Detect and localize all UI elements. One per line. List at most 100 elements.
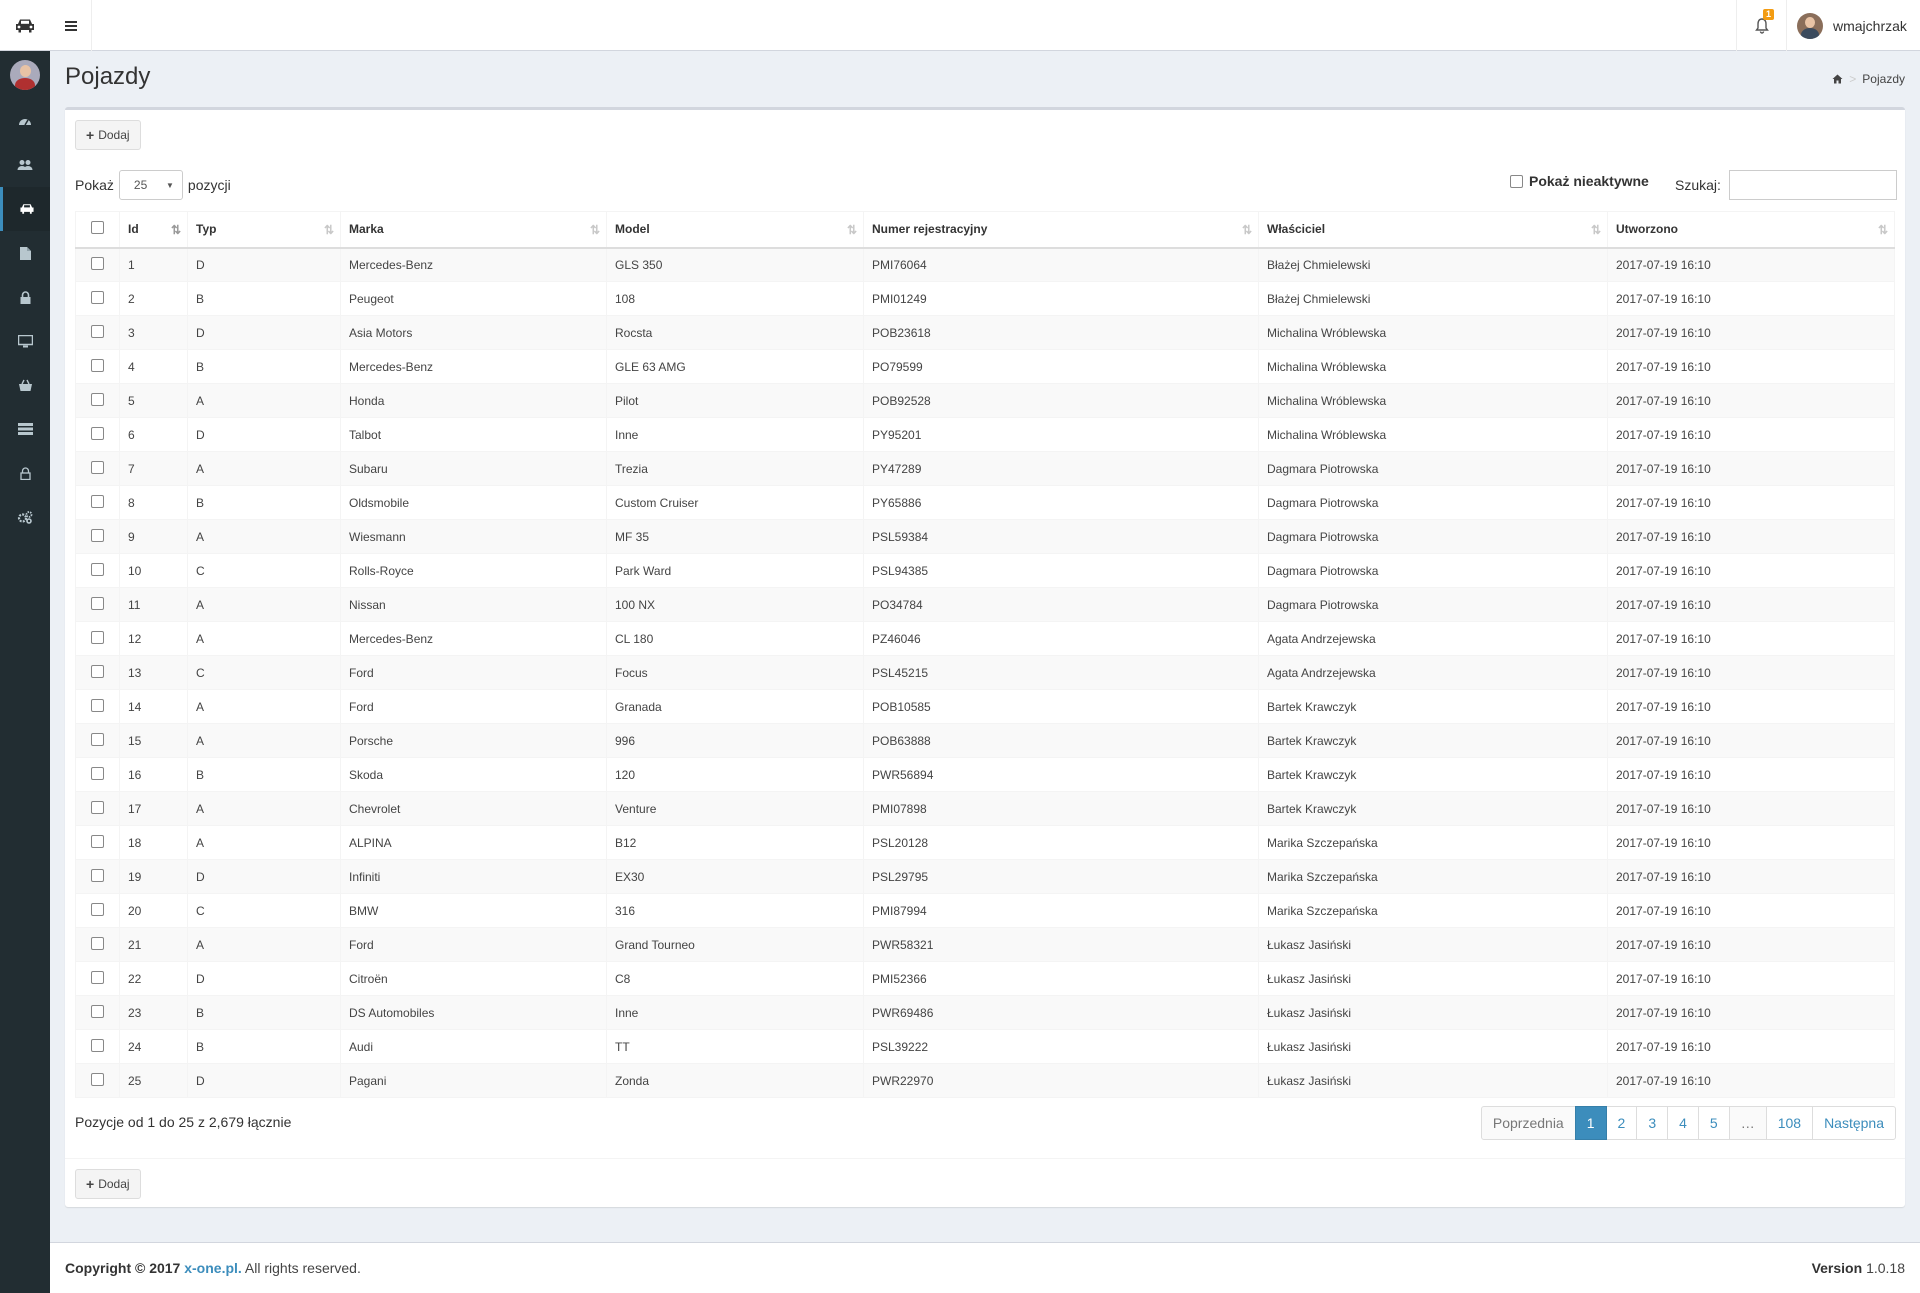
- home-icon[interactable]: [1832, 74, 1843, 84]
- table-row[interactable]: 16 B Skoda 120 PWR56894 Bartek Krawczyk 2017-0…: [75, 757, 1895, 792]
- pagination-page[interactable]: 108: [1765, 1106, 1814, 1140]
- row-select-cell: [75, 961, 120, 996]
- sidebar-item-dashboard[interactable]: [0, 99, 50, 143]
- sidebar-item-documents[interactable]: [0, 231, 50, 275]
- pagination-next[interactable]: Następna: [1812, 1106, 1896, 1140]
- sidebar-item-devices[interactable]: [0, 319, 50, 363]
- sidebar-item-permissions[interactable]: [0, 451, 50, 495]
- row-checkbox[interactable]: [91, 766, 104, 780]
- cell-created: 2017-07-19 16:10: [1607, 417, 1895, 452]
- table-row[interactable]: 1 D Mercedes-Benz GLS 350 PMI76064 Błażej Chm…: [75, 247, 1895, 282]
- row-checkbox[interactable]: [91, 1072, 104, 1086]
- row-checkbox[interactable]: [91, 528, 104, 542]
- logo-car-icon[interactable]: [0, 0, 50, 51]
- table-row[interactable]: 2 B Peugeot 108 PMI01249 Błażej Chmielewski 20…: [75, 281, 1895, 316]
- table-row[interactable]: 23 B DS Automobiles Inne PWR69486 Łukasz Jasi…: [75, 995, 1895, 1030]
- pagination-page[interactable]: 4: [1667, 1106, 1699, 1140]
- column-header-brand[interactable]: Marka ⇅: [340, 211, 607, 249]
- cell-id: 6: [119, 417, 188, 452]
- row-checkbox[interactable]: [91, 460, 104, 474]
- sidebar-item-security[interactable]: [0, 275, 50, 319]
- row-checkbox[interactable]: [91, 664, 104, 678]
- row-checkbox[interactable]: [91, 596, 104, 610]
- table-row[interactable]: 6 D Talbot Inne PY95201 Michalina Wróblewska 2…: [75, 417, 1895, 452]
- table-row[interactable]: 4 B Mercedes-Benz GLE 63 AMG PO79599 Michalin…: [75, 349, 1895, 384]
- row-checkbox[interactable]: [91, 562, 104, 576]
- row-checkbox[interactable]: [91, 834, 104, 848]
- row-select-cell: [75, 281, 120, 316]
- column-header-owner[interactable]: Właściciel ⇅: [1258, 211, 1608, 249]
- cell-id: 11: [119, 587, 188, 622]
- table-row[interactable]: 24 B Audi TT PSL39222 Łukasz Jasiński 2017-07-…: [75, 1029, 1895, 1064]
- row-checkbox[interactable]: [91, 902, 104, 916]
- add-button-bottom[interactable]: + Dodaj: [75, 1169, 141, 1199]
- pagination-page[interactable]: 3: [1636, 1106, 1669, 1140]
- table-row[interactable]: 15 A Porsche 996 POB63888 Bartek Krawczyk 2017…: [75, 723, 1895, 758]
- company-link[interactable]: x-one.pl.: [184, 1260, 242, 1276]
- cell-type: D: [187, 859, 341, 894]
- row-checkbox[interactable]: [91, 494, 104, 508]
- row-checkbox[interactable]: [91, 1038, 104, 1052]
- column-header-model[interactable]: Model ⇅: [606, 211, 864, 249]
- table-row[interactable]: 17 A Chevrolet Venture PMI07898 Bartek Krawcz…: [75, 791, 1895, 826]
- search-input[interactable]: [1728, 170, 1897, 200]
- row-checkbox[interactable]: [91, 426, 104, 440]
- table-row[interactable]: 5 A Honda Pilot POB92528 Michalina Wróblewska…: [75, 383, 1895, 418]
- table-row[interactable]: 21 A Ford Grand Tourneo PWR58321 Łukasz Jasiń…: [75, 927, 1895, 962]
- table-row[interactable]: 20 C BMW 316 PMI87994 Marika Szczepańska 2017-…: [75, 893, 1895, 928]
- row-checkbox[interactable]: [91, 256, 104, 270]
- column-header-type[interactable]: Typ ⇅: [187, 211, 341, 249]
- table-row[interactable]: 9 A Wiesmann MF 35 PSL59384 Dagmara Piotrowsk…: [75, 519, 1895, 554]
- row-checkbox[interactable]: [91, 630, 104, 644]
- select-all-checkbox[interactable]: [91, 221, 104, 235]
- column-header-created[interactable]: Utworzono ⇅: [1607, 211, 1895, 249]
- pagination-previous[interactable]: Poprzednia: [1480, 1106, 1576, 1140]
- row-checkbox[interactable]: [91, 358, 104, 372]
- table-row[interactable]: 12 A Mercedes-Benz CL 180 PZ46046 Agata Andrz…: [75, 621, 1895, 656]
- row-checkbox[interactable]: [91, 392, 104, 406]
- sort-icon: ⇅: [589, 223, 600, 237]
- cell-id: 10: [119, 553, 188, 588]
- sidebar-item-shop[interactable]: [0, 363, 50, 407]
- add-button-top[interactable]: + Dodaj: [75, 120, 141, 150]
- notifications-button[interactable]: 1: [1736, 0, 1786, 51]
- table-row[interactable]: 11 A Nissan 100 NX PO34784 Dagmara Piotrowska…: [75, 587, 1895, 622]
- row-checkbox[interactable]: [91, 800, 104, 814]
- cell-type: C: [187, 553, 341, 588]
- pagination-page[interactable]: 1: [1574, 1106, 1607, 1140]
- sidebar-item-servers[interactable]: [0, 407, 50, 451]
- show-inactive-checkbox[interactable]: [1510, 174, 1523, 188]
- table-row[interactable]: 14 A Ford Granada POB10585 Bartek Krawczyk 201…: [75, 689, 1895, 724]
- table-row[interactable]: 22 D Citroën C8 PMI52366 Łukasz Jasiński 2017-…: [75, 961, 1895, 996]
- sidebar-item-settings[interactable]: [0, 495, 50, 539]
- sidebar-item-vehicles[interactable]: [0, 187, 50, 231]
- copyright-prefix: Copyright © 2017: [65, 1260, 181, 1276]
- row-checkbox[interactable]: [91, 324, 104, 338]
- user-menu[interactable]: wmajchrzak: [1786, 0, 1920, 51]
- row-checkbox[interactable]: [91, 936, 104, 950]
- row-checkbox[interactable]: [91, 290, 104, 304]
- table-row[interactable]: 7 A Subaru Trezia PY47289 Dagmara Piotrowska 2…: [75, 451, 1895, 486]
- table-row[interactable]: 13 C Ford Focus PSL45215 Agata Andrzejewska 20…: [75, 655, 1895, 690]
- row-checkbox[interactable]: [91, 698, 104, 712]
- table-row[interactable]: 25 D Pagani Zonda PWR22970 Łukasz Jasiński 201…: [75, 1063, 1895, 1098]
- row-checkbox[interactable]: [91, 1004, 104, 1018]
- table-row[interactable]: 3 D Asia Motors Rocsta POB23618 Michalina Wró…: [75, 315, 1895, 350]
- sidebar-toggle-button[interactable]: [50, 0, 92, 51]
- sidebar-user-avatar[interactable]: [0, 51, 50, 99]
- pagination-page[interactable]: 5: [1697, 1106, 1730, 1140]
- table-row[interactable]: 10 C Rolls-Royce Park Ward PSL94385 Dagmara P…: [75, 553, 1895, 588]
- table-row[interactable]: 8 B Oldsmobile Custom Cruiser PY65886 Dagmara…: [75, 485, 1895, 520]
- row-checkbox[interactable]: [91, 868, 104, 882]
- row-checkbox[interactable]: [91, 970, 104, 984]
- sidebar-item-users[interactable]: [0, 143, 50, 187]
- table-row[interactable]: 18 A ALPINA B12 PSL20128 Marika Szczepańska 20…: [75, 825, 1895, 860]
- show-inactive-toggle[interactable]: Pokaż nieaktywne: [1510, 173, 1649, 189]
- cell-registration: PWR22970: [863, 1063, 1259, 1098]
- table-row[interactable]: 19 D Infiniti EX30 PSL29795 Marika Szczepańsk…: [75, 859, 1895, 894]
- column-header-registration[interactable]: Numer rejestracyjny ⇅: [863, 211, 1259, 249]
- column-header-id[interactable]: Id ⇅: [119, 211, 188, 249]
- pagination-page[interactable]: 2: [1605, 1106, 1638, 1140]
- page-length-select[interactable]: 25 ▼: [118, 170, 183, 200]
- row-checkbox[interactable]: [91, 732, 104, 746]
